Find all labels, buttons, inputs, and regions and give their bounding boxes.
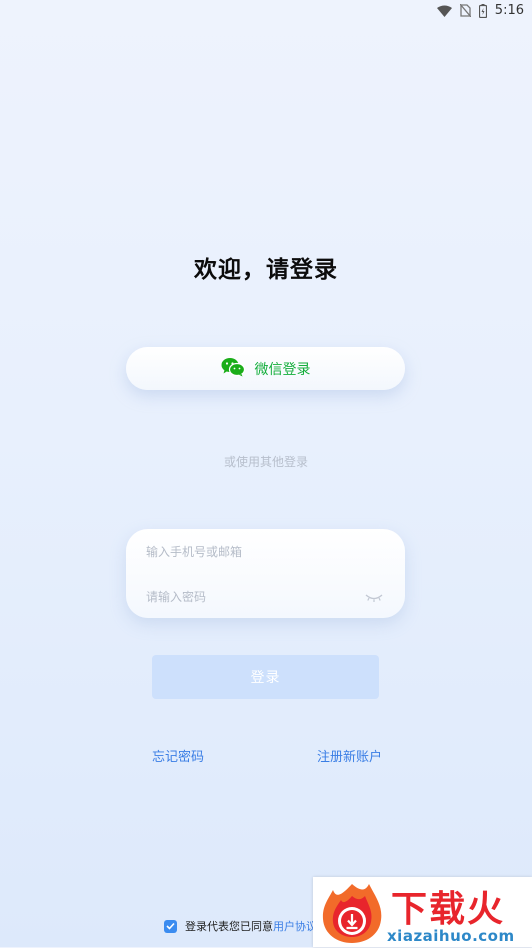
eye-closed-icon[interactable] bbox=[365, 588, 383, 607]
agreement-text: 登录代表您已同意用户协议 bbox=[185, 918, 317, 934]
wechat-login-label: 微信登录 bbox=[254, 361, 311, 378]
wechat-login-button[interactable]: 微信登录 bbox=[126, 347, 405, 390]
agreement-checkbox[interactable] bbox=[164, 919, 177, 933]
agreement-prefix: 登录代表您已同意 bbox=[185, 920, 273, 933]
watermark-title: 下载火 bbox=[391, 889, 506, 930]
forgot-password-link[interactable]: 忘记密码 bbox=[152, 746, 204, 765]
phone-email-input[interactable] bbox=[144, 541, 373, 563]
login-button[interactable]: 登录 bbox=[152, 655, 379, 699]
agreement-row: 登录代表您已同意用户协议 bbox=[164, 918, 317, 934]
status-bar: 5:16 bbox=[0, 0, 532, 22]
wechat-icon bbox=[221, 357, 245, 381]
watermark-badge: 下载火 xiazaihuo.com bbox=[313, 877, 532, 947]
page-title: 欢迎，请登录 bbox=[194, 257, 338, 283]
register-link[interactable]: 注册新账户 bbox=[317, 746, 382, 765]
watermark-site: xiazaihuo.com bbox=[387, 927, 515, 945]
user-agreement-link[interactable]: 用户协议 bbox=[273, 920, 317, 933]
alt-login-text: 或使用其他登录 bbox=[223, 455, 308, 469]
battery-icon bbox=[478, 3, 487, 18]
flame-logo-icon bbox=[319, 882, 385, 948]
status-time: 5:16 bbox=[494, 3, 524, 18]
wifi-icon bbox=[436, 5, 452, 17]
login-form bbox=[126, 529, 405, 618]
no-sim-icon bbox=[459, 4, 471, 17]
password-input[interactable] bbox=[144, 586, 373, 608]
